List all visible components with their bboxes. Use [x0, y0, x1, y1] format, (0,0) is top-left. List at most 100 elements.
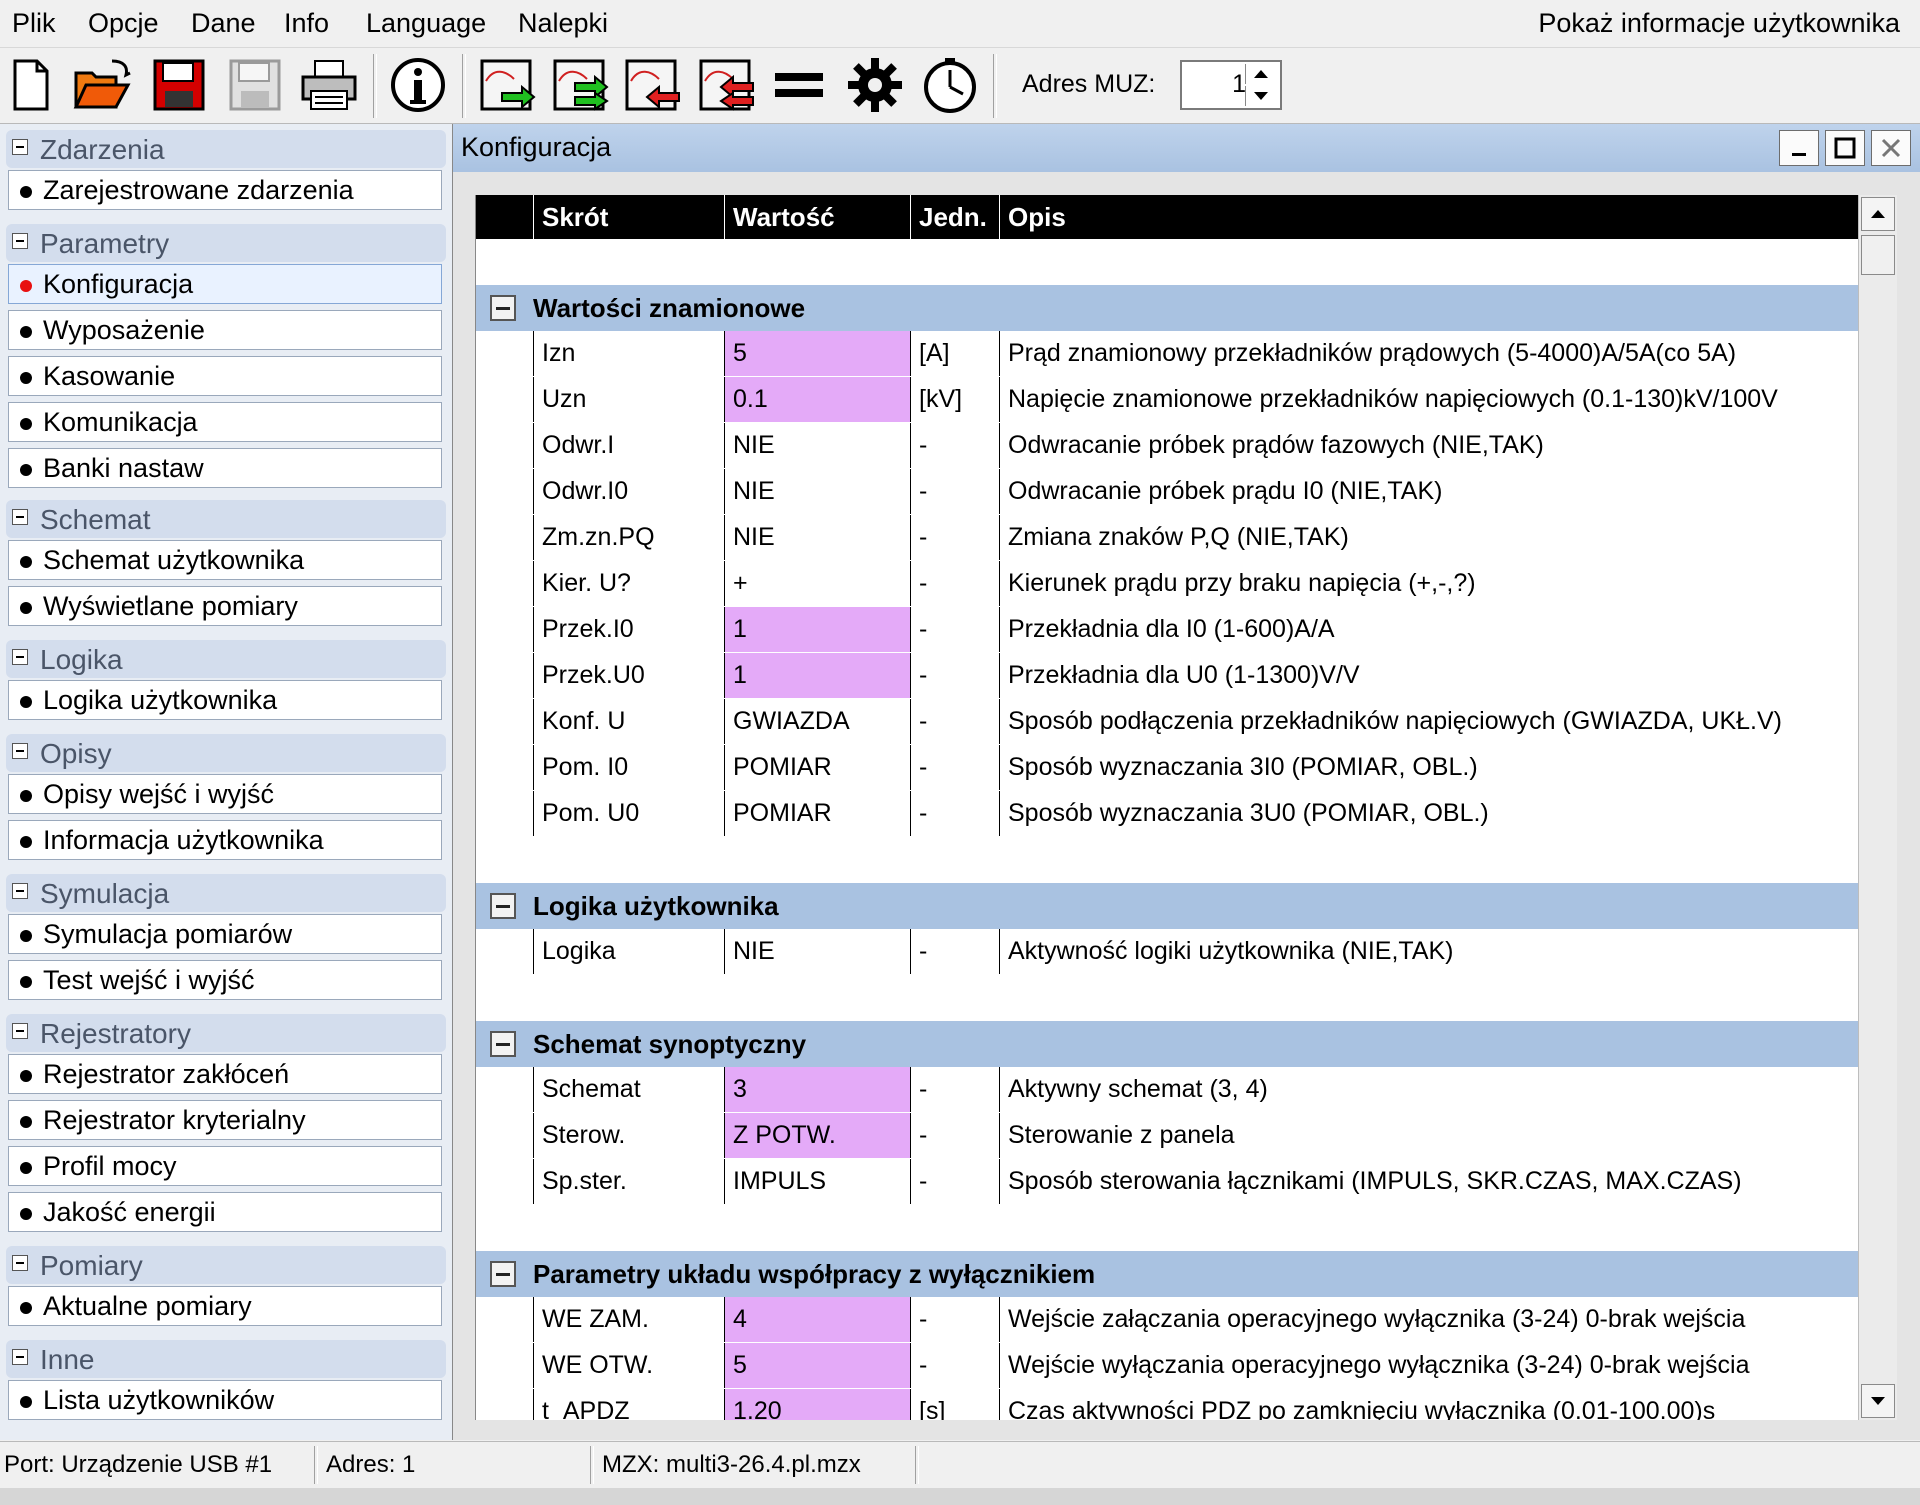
show-user-info-link[interactable]: Pokaż informacje użytkownika [1538, 6, 1900, 40]
cell-wartosc[interactable]: 5 [724, 331, 910, 376]
table-row[interactable]: Pom. I0 POMIAR - Sposób wyznaczania 3I0 (PO… [476, 745, 1859, 792]
cell-wartosc[interactable]: NIE [724, 515, 910, 560]
table-row[interactable]: Konf. U GWIAZDA - Sposób podłączenia przekł… [476, 699, 1859, 746]
table-section-header[interactable]: Parametry układu współpracy z wyłączniki… [476, 1251, 1859, 1298]
cell-wartosc[interactable]: GWIAZDA [724, 699, 910, 744]
cell-wartosc[interactable]: 3 [724, 1067, 910, 1112]
adres-muz-spinbox[interactable] [1180, 60, 1282, 110]
sidebar-item-zarejestrowane-zdarzenia[interactable]: Zarejestrowane zdarzenia [8, 170, 442, 210]
sidebar-group-schemat[interactable]: Schemat [6, 500, 446, 538]
table-row[interactable]: Przek.I0 1- Przekładnia dla I0 (1-600)A/A [476, 607, 1859, 654]
table-row[interactable]: WE OTW. 5- Wejście wyłączania operacyjnego… [476, 1343, 1859, 1390]
table-row[interactable]: t_APDZ 1.20 [s] Czas aktywności PDZ po zamk… [476, 1389, 1859, 1420]
sidebar-item-wyposazenie[interactable]: Wyposażenie [8, 310, 442, 350]
table-section-header[interactable]: Schemat synoptyczny [476, 1021, 1859, 1068]
collapse-icon[interactable] [490, 1031, 516, 1057]
header-skrot[interactable]: Skrót [533, 195, 724, 239]
maximize-icon[interactable] [1825, 130, 1865, 166]
table-row[interactable]: Odwr.I0 NIE - Odwracanie próbek prądu I0 (N… [476, 469, 1859, 516]
cell-wartosc[interactable]: + [724, 561, 910, 606]
cell-wartosc[interactable]: 5 [724, 1343, 910, 1388]
clock-icon[interactable] [919, 53, 981, 117]
table-row[interactable]: Schemat 3- Aktywny schemat (3, 4) [476, 1067, 1859, 1114]
collapse-icon[interactable] [12, 743, 28, 759]
collapse-icon[interactable] [12, 509, 28, 525]
receive-all-icon[interactable] [696, 53, 758, 117]
send-all-icon[interactable] [550, 53, 612, 117]
collapse-icon[interactable] [490, 295, 516, 321]
sidebar-group-parametry[interactable]: Parametry [6, 224, 446, 262]
table-row[interactable]: Logika NIE - Aktywność logiki użytkownika (… [476, 929, 1859, 976]
receive-icon[interactable] [622, 53, 684, 117]
cell-wartosc[interactable]: POMIAR [724, 745, 910, 790]
table-row[interactable]: Sterow. Z POTW. - Sterowanie z panela [476, 1113, 1859, 1160]
sidebar-item-lista-uzytkownikow[interactable]: Lista użytkowników [8, 1380, 442, 1420]
close-icon[interactable] [1871, 130, 1911, 166]
scroll-thumb[interactable] [1861, 235, 1895, 275]
cell-wartosc[interactable]: 1 [724, 653, 910, 698]
sidebar-item-logika-uzytkownika[interactable]: Logika użytkownika [8, 680, 442, 720]
cell-wartosc[interactable]: 4 [724, 1297, 910, 1342]
print-icon[interactable] [298, 53, 360, 117]
collapse-icon[interactable] [12, 1023, 28, 1039]
adres-muz-input[interactable] [1186, 66, 1246, 102]
table-row[interactable]: Przek.U0 1- Przekładnia dla U0 (1-1300)V/V [476, 653, 1859, 700]
send-icon[interactable] [477, 53, 539, 117]
table-row[interactable]: WE ZAM. 4- Wejście załączania operacyjnego… [476, 1297, 1859, 1344]
cell-wartosc[interactable]: POMIAR [724, 791, 910, 836]
scroll-up-icon[interactable] [1861, 197, 1895, 231]
sidebar-group-zdarzenia[interactable]: Zdarzenia [6, 130, 446, 168]
table-row[interactable]: Kier. U? + - Kierunek prądu przy braku napi… [476, 561, 1859, 608]
table-row[interactable]: Odwr.I NIE - Odwracanie próbek prądów fazow… [476, 423, 1859, 470]
sidebar-item-test-wejsc-wyjsc[interactable]: Test wejść i wyjść [8, 960, 442, 1000]
collapse-icon[interactable] [12, 1255, 28, 1271]
sidebar-item-symulacja-pomiarow[interactable]: Symulacja pomiarów [8, 914, 442, 954]
cell-wartosc[interactable]: IMPULS [724, 1159, 910, 1204]
sidebar-item-rejestrator-kryterialny[interactable]: Rejestrator kryterialny [8, 1100, 442, 1140]
sidebar-item-kasowanie[interactable]: Kasowanie [8, 356, 442, 396]
sidebar-item-profil-mocy[interactable]: Profil mocy [8, 1146, 442, 1186]
sidebar-group-rejestratory[interactable]: Rejestratory [6, 1014, 446, 1052]
menu-plik[interactable]: Plik [8, 6, 60, 40]
sidebar-group-opisy[interactable]: Opisy [6, 734, 446, 772]
equals-icon[interactable] [768, 53, 830, 117]
cell-wartosc[interactable]: Z POTW. [724, 1113, 910, 1158]
table-row[interactable]: Sp.ster. IMPULS - Sposób sterowania łącznik… [476, 1159, 1859, 1206]
sidebar-item-konfiguracja[interactable]: Konfiguracja [8, 264, 442, 304]
sidebar-group-inne[interactable]: Inne [6, 1340, 446, 1378]
menu-opcje[interactable]: Opcje [84, 6, 163, 40]
table-section-header[interactable]: Logika użytkownika [476, 883, 1859, 930]
cell-wartosc[interactable]: NIE [724, 929, 910, 974]
sidebar-item-banki-nastaw[interactable]: Banki nastaw [8, 448, 442, 488]
sidebar-group-symulacja[interactable]: Symulacja [6, 874, 446, 912]
collapse-icon[interactable] [12, 883, 28, 899]
header-wartosc[interactable]: Wartość [724, 195, 910, 239]
header-opis[interactable]: Opis [999, 195, 1859, 239]
sidebar-item-rejestrator-zaklocen[interactable]: Rejestrator zakłóceń [8, 1054, 442, 1094]
scroll-down-icon[interactable] [1861, 1384, 1895, 1418]
table-row[interactable]: Pom. U0 POMIAR - Sposób wyznaczania 3U0 (PO… [476, 791, 1859, 838]
cell-wartosc[interactable]: NIE [724, 423, 910, 468]
info-icon[interactable] [387, 53, 449, 117]
sidebar-group-pomiary[interactable]: Pomiary [6, 1246, 446, 1284]
collapse-icon[interactable] [12, 233, 28, 249]
sidebar-group-logika[interactable]: Logika [6, 640, 446, 678]
minimize-icon[interactable] [1779, 130, 1819, 166]
header-jedn[interactable]: Jedn. [910, 195, 999, 239]
cell-wartosc[interactable]: 0.1 [724, 377, 910, 422]
collapse-icon[interactable] [490, 1261, 516, 1287]
vertical-scrollbar[interactable] [1858, 195, 1897, 1420]
table-row[interactable]: Izn 5 [A] Prąd znamionowy przekładników prą… [476, 331, 1859, 378]
sidebar-item-opisy-wejsc-wyjsc[interactable]: Opisy wejść i wyjść [8, 774, 442, 814]
sidebar-item-jakosc-energii[interactable]: Jakość energii [8, 1192, 442, 1232]
sidebar-item-schemat-uzytkownika[interactable]: Schemat użytkownika [8, 540, 442, 580]
collapse-icon[interactable] [490, 893, 516, 919]
menu-dane[interactable]: Dane [187, 6, 260, 40]
sidebar-item-wyswietlane-pomiary[interactable]: Wyświetlane pomiary [8, 586, 442, 626]
settings-gear-icon[interactable] [844, 53, 906, 117]
new-file-icon[interactable] [0, 53, 62, 117]
sidebar-item-aktualne-pomiary[interactable]: Aktualne pomiary [8, 1286, 442, 1326]
save-icon[interactable] [148, 53, 210, 117]
table-section-header[interactable]: Wartości znamionowe [476, 285, 1859, 332]
collapse-icon[interactable] [12, 1349, 28, 1365]
